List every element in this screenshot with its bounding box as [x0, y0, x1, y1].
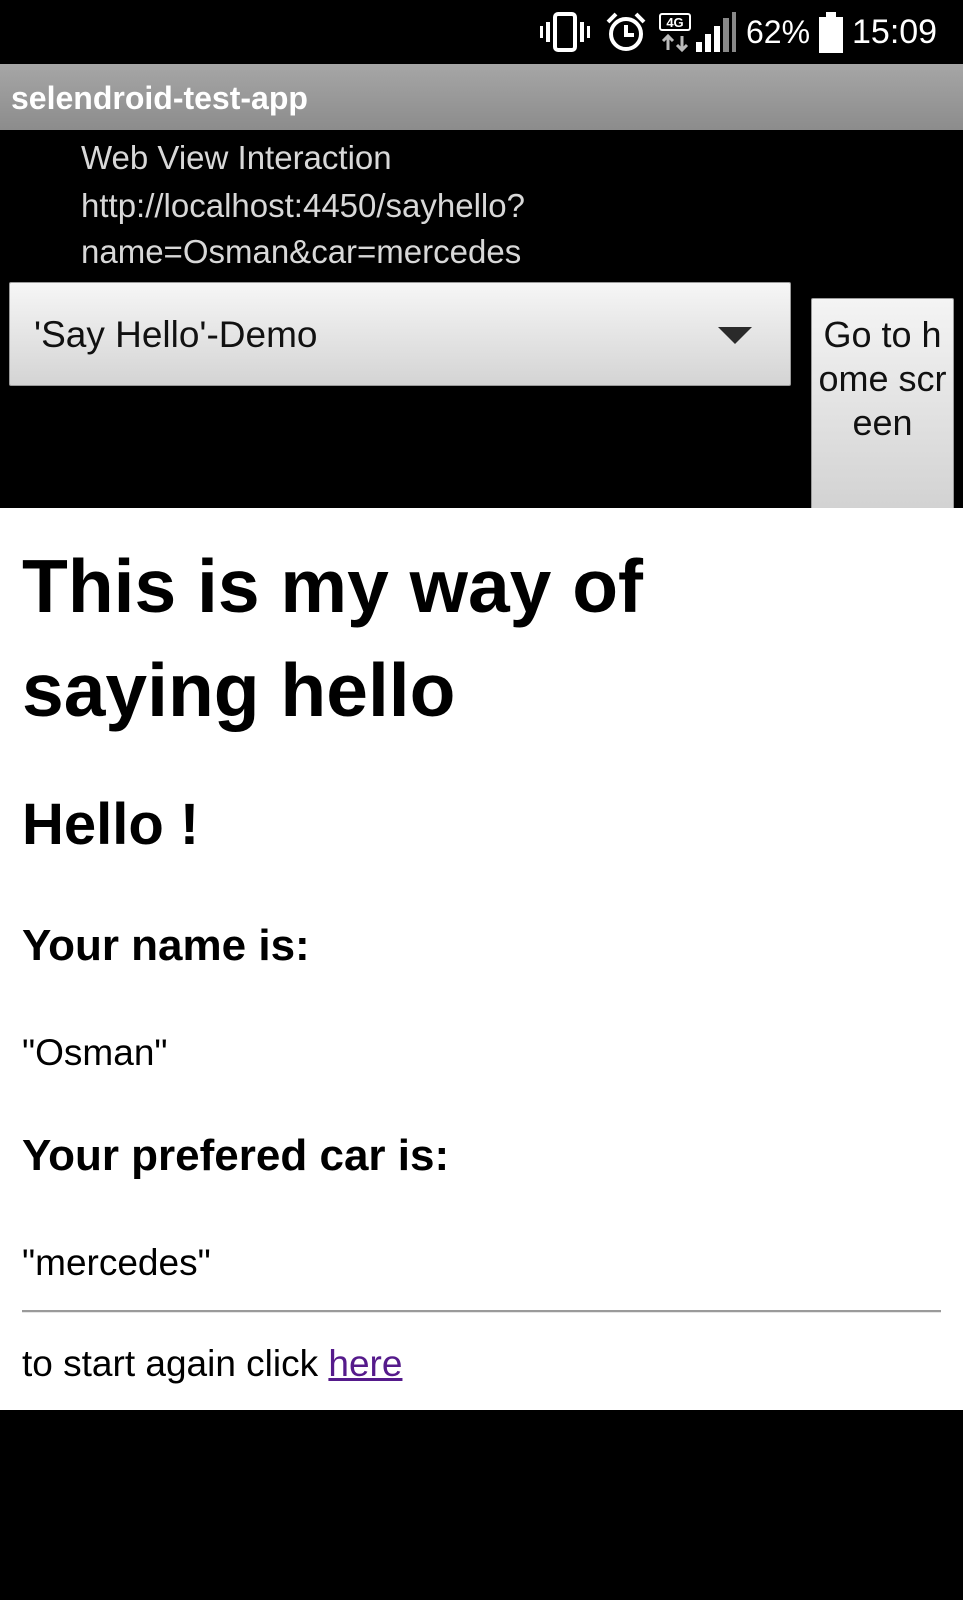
signal-icon: [696, 12, 736, 52]
battery-percentage: 62%: [746, 14, 811, 50]
url-text-line-1: http://localhost:4450/sayhello?: [81, 187, 525, 224]
name-value: "Osman": [22, 1032, 168, 1073]
spinner-selected-value: 'Say Hello'-Demo: [34, 314, 318, 355]
start-again-label: to start again click: [22, 1343, 329, 1384]
divider: [22, 1310, 941, 1313]
action-bar: selendroid-test-app: [0, 64, 963, 130]
alarm-icon: [606, 12, 646, 51]
status-bar: 4G 62% 15:09: [0, 0, 963, 64]
native-header: Web View Interaction http://localhost:44…: [0, 130, 963, 512]
network-4g-icon: 4G: [659, 13, 691, 53]
greeting-heading: Hello !: [22, 792, 200, 857]
svg-text:4G: 4G: [666, 15, 683, 30]
url-text-line-2: name=Osman&car=mercedes: [81, 233, 522, 270]
car-value: "mercedes": [22, 1242, 211, 1283]
home-button-label: Go to home screen: [818, 314, 947, 443]
car-label: Your prefered car is:: [22, 1131, 450, 1180]
start-again-text: to start again click here: [22, 1340, 402, 1388]
web-view: This is my way of saying hello Hello ! Y…: [0, 508, 963, 1410]
demo-spinner[interactable]: 'Say Hello'-Demo: [9, 282, 791, 386]
vibrate-icon: [540, 12, 590, 52]
start-again-link[interactable]: here: [328, 1343, 402, 1384]
app-title: selendroid-test-app: [11, 80, 308, 116]
name-label: Your name is:: [22, 921, 310, 970]
page-heading: This is my way of saying hello: [22, 544, 644, 732]
dropdown-arrow-icon: [718, 327, 752, 344]
activity-title: Web View Interaction: [81, 139, 392, 176]
battery-icon: [819, 12, 843, 53]
status-time: 15:09: [852, 13, 938, 51]
empty-area: [0, 1410, 963, 1600]
go-to-home-screen-button[interactable]: Go to home screen: [811, 298, 954, 512]
